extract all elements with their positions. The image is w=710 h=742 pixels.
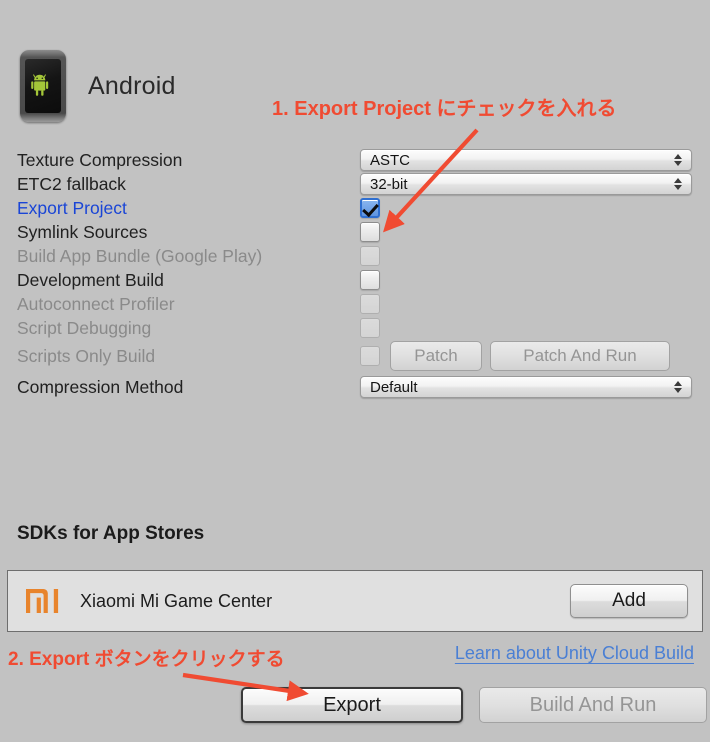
- patch-and-run-button: Patch And Run: [490, 341, 670, 371]
- row-autoconnect-profiler: Autoconnect Profiler: [17, 292, 693, 316]
- checkbox-build-app-bundle: [360, 246, 380, 266]
- annotation-step-1: 1. Export Project にチェックを入れる: [272, 98, 617, 120]
- add-sdk-button[interactable]: Add: [570, 584, 688, 618]
- stepper-icon: [674, 154, 682, 166]
- stepper-icon: [674, 381, 682, 393]
- label-scripts-only-build: Scripts Only Build: [17, 345, 156, 366]
- android-robot-icon: [31, 74, 49, 96]
- row-symlink-sources: Symlink Sources: [17, 220, 693, 244]
- platform-header: Android: [20, 50, 176, 122]
- stepper-icon: [674, 178, 682, 190]
- checkbox-development-build[interactable]: [360, 270, 380, 290]
- row-development-build: Development Build: [17, 268, 693, 292]
- row-scripts-only-build: Scripts Only Build Patch Patch And Run: [17, 340, 693, 372]
- control-autoconnect-profiler: [360, 294, 693, 314]
- phone-screen: [25, 59, 61, 113]
- control-development-build: [360, 270, 693, 290]
- label-autoconnect-profiler: Autoconnect Profiler: [17, 293, 175, 314]
- checkbox-symlink-sources[interactable]: [360, 222, 380, 242]
- build-settings-panel: Android Texture Compression ASTC ETC2 fa…: [0, 0, 710, 742]
- annotation-step-2: 2. Export ボタンをクリックする: [8, 649, 285, 670]
- control-scripts-only-build: Patch Patch And Run: [360, 341, 693, 371]
- checkbox-export-project[interactable]: [360, 198, 380, 218]
- build-and-run-button: Build And Run: [479, 687, 707, 723]
- label-script-debugging: Script Debugging: [17, 317, 152, 338]
- row-compression-method: Compression Method Default: [17, 372, 693, 402]
- control-build-app-bundle: [360, 246, 693, 266]
- sdk-section-heading: SDKs for App Stores: [17, 523, 205, 544]
- label-build-app-bundle: Build App Bundle (Google Play): [17, 245, 263, 266]
- label-compression-method: Compression Method: [17, 376, 184, 397]
- xiaomi-mi-logo-icon: [26, 589, 59, 613]
- sdk-panel: Xiaomi Mi Game Center Add: [7, 570, 703, 632]
- label-export-project: Export Project: [17, 197, 127, 218]
- bottom-button-bar: Export Build And Run: [241, 687, 707, 723]
- control-symlink-sources: [360, 222, 693, 242]
- control-etc2-fallback: 32-bit: [360, 173, 693, 195]
- row-texture-compression: Texture Compression ASTC: [17, 148, 693, 172]
- row-etc2-fallback: ETC2 fallback 32-bit: [17, 172, 693, 196]
- platform-name: Android: [88, 71, 176, 100]
- checkbox-script-debugging: [360, 318, 380, 338]
- label-symlink-sources: Symlink Sources: [17, 221, 148, 242]
- label-etc2-fallback: ETC2 fallback: [17, 173, 126, 194]
- control-texture-compression: ASTC: [360, 149, 693, 171]
- unity-cloud-build-link[interactable]: Learn about Unity Cloud Build: [455, 643, 694, 664]
- patch-button: Patch: [390, 341, 482, 371]
- etc2-fallback-value: 32-bit: [370, 175, 408, 193]
- checkbox-autoconnect-profiler: [360, 294, 380, 314]
- control-export-project: [360, 198, 693, 218]
- compression-method-dropdown[interactable]: Default: [360, 376, 692, 398]
- sdk-name: Xiaomi Mi Game Center: [80, 590, 273, 611]
- label-texture-compression: Texture Compression: [17, 149, 183, 170]
- control-script-debugging: [360, 318, 693, 338]
- control-compression-method: Default: [360, 376, 693, 398]
- row-build-app-bundle: Build App Bundle (Google Play): [17, 244, 693, 268]
- compression-method-value: Default: [370, 378, 418, 396]
- settings-rows: Texture Compression ASTC ETC2 fallback 3…: [17, 148, 693, 402]
- export-button[interactable]: Export: [241, 687, 463, 723]
- row-script-debugging: Script Debugging: [17, 316, 693, 340]
- label-development-build: Development Build: [17, 269, 164, 290]
- row-export-project: Export Project: [17, 196, 693, 220]
- android-phone-icon: [20, 50, 66, 122]
- texture-compression-dropdown[interactable]: ASTC: [360, 149, 692, 171]
- sdk-list-item: Xiaomi Mi Game Center Add: [26, 584, 688, 618]
- etc2-fallback-dropdown[interactable]: 32-bit: [360, 173, 692, 195]
- texture-compression-value: ASTC: [370, 151, 411, 169]
- checkbox-scripts-only-build: [360, 346, 380, 366]
